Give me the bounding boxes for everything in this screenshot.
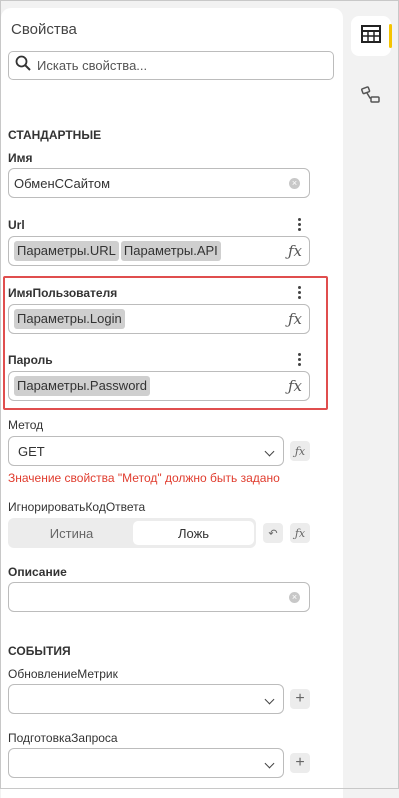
section-standard: СТАНДАРТНЫЕ bbox=[8, 128, 102, 142]
url-field[interactable]: Параметры.URL Параметры.API ƒx bbox=[8, 236, 310, 266]
password-field[interactable]: Параметры.Password ƒx bbox=[8, 371, 310, 401]
description-field[interactable]: × bbox=[8, 582, 310, 612]
request-prepare-label: ПодготовкаЗапроса bbox=[8, 731, 118, 745]
fx-icon[interactable]: ƒx bbox=[288, 377, 302, 395]
method-fx-button[interactable]: ƒx bbox=[290, 441, 310, 461]
add-handler-button[interactable]: + bbox=[290, 753, 310, 773]
section-events: СОБЫТИЯ bbox=[8, 644, 71, 658]
structure-tab[interactable] bbox=[351, 77, 391, 117]
method-error: Значение свойства "Метод" должно быть за… bbox=[8, 471, 280, 485]
chevron-down-icon bbox=[264, 758, 275, 769]
search-placeholder: Искать свойства... bbox=[37, 58, 148, 73]
method-label: Метод bbox=[8, 418, 44, 432]
username-field[interactable]: Параметры.Login ƒx bbox=[8, 304, 310, 334]
fx-icon[interactable]: ƒx bbox=[288, 242, 302, 260]
ignore-code-label: ИгнорироватьКодОтвета bbox=[8, 500, 146, 514]
clear-icon[interactable]: × bbox=[289, 592, 300, 603]
url-chip[interactable]: Параметры.URL bbox=[14, 241, 119, 261]
metrics-update-label: ОбновлениеМетрик bbox=[8, 667, 118, 681]
request-prepare-select[interactable] bbox=[8, 748, 284, 778]
fx-icon[interactable]: ƒx bbox=[288, 310, 302, 328]
metrics-update-select[interactable] bbox=[8, 684, 284, 714]
password-label: Пароль bbox=[8, 353, 53, 367]
method-value: GET bbox=[18, 443, 45, 459]
url-chip[interactable]: Параметры.API bbox=[120, 241, 221, 261]
ignore-code-fx-button[interactable]: ƒx bbox=[290, 523, 310, 543]
method-select[interactable]: GET bbox=[8, 436, 284, 466]
name-value: ОбменССайтом bbox=[14, 175, 111, 191]
search-icon bbox=[15, 55, 31, 76]
table-icon bbox=[361, 24, 381, 48]
password-menu-icon[interactable] bbox=[296, 353, 302, 366]
username-menu-icon[interactable] bbox=[296, 286, 302, 299]
chevron-down-icon bbox=[264, 446, 275, 457]
password-chip[interactable]: Параметры.Password bbox=[14, 376, 150, 396]
active-tab-indicator bbox=[389, 24, 392, 48]
username-chip[interactable]: Параметры.Login bbox=[14, 309, 125, 329]
url-menu-icon[interactable] bbox=[296, 218, 302, 231]
toggle-option-false[interactable]: Ложь bbox=[133, 521, 254, 545]
clear-icon[interactable]: × bbox=[289, 178, 300, 189]
url-label: Url bbox=[8, 218, 25, 232]
side-rail bbox=[343, 0, 398, 789]
username-label: ИмяПользователя bbox=[8, 286, 118, 300]
ignore-code-toggle: Истина Ложь bbox=[8, 518, 256, 548]
toggle-option-true[interactable]: Истина bbox=[11, 521, 132, 545]
reset-icon[interactable]: ↶ bbox=[263, 523, 283, 543]
chevron-down-icon bbox=[264, 694, 275, 705]
add-handler-button[interactable]: + bbox=[290, 689, 310, 709]
description-label: Описание bbox=[8, 565, 67, 579]
search-input[interactable]: Искать свойства... bbox=[8, 51, 334, 80]
panel-title: Свойства bbox=[11, 21, 77, 38]
name-field[interactable]: ОбменССайтом × bbox=[8, 168, 310, 198]
name-label: Имя bbox=[8, 151, 33, 165]
properties-tab[interactable] bbox=[351, 16, 392, 56]
diagram-icon bbox=[360, 85, 382, 110]
